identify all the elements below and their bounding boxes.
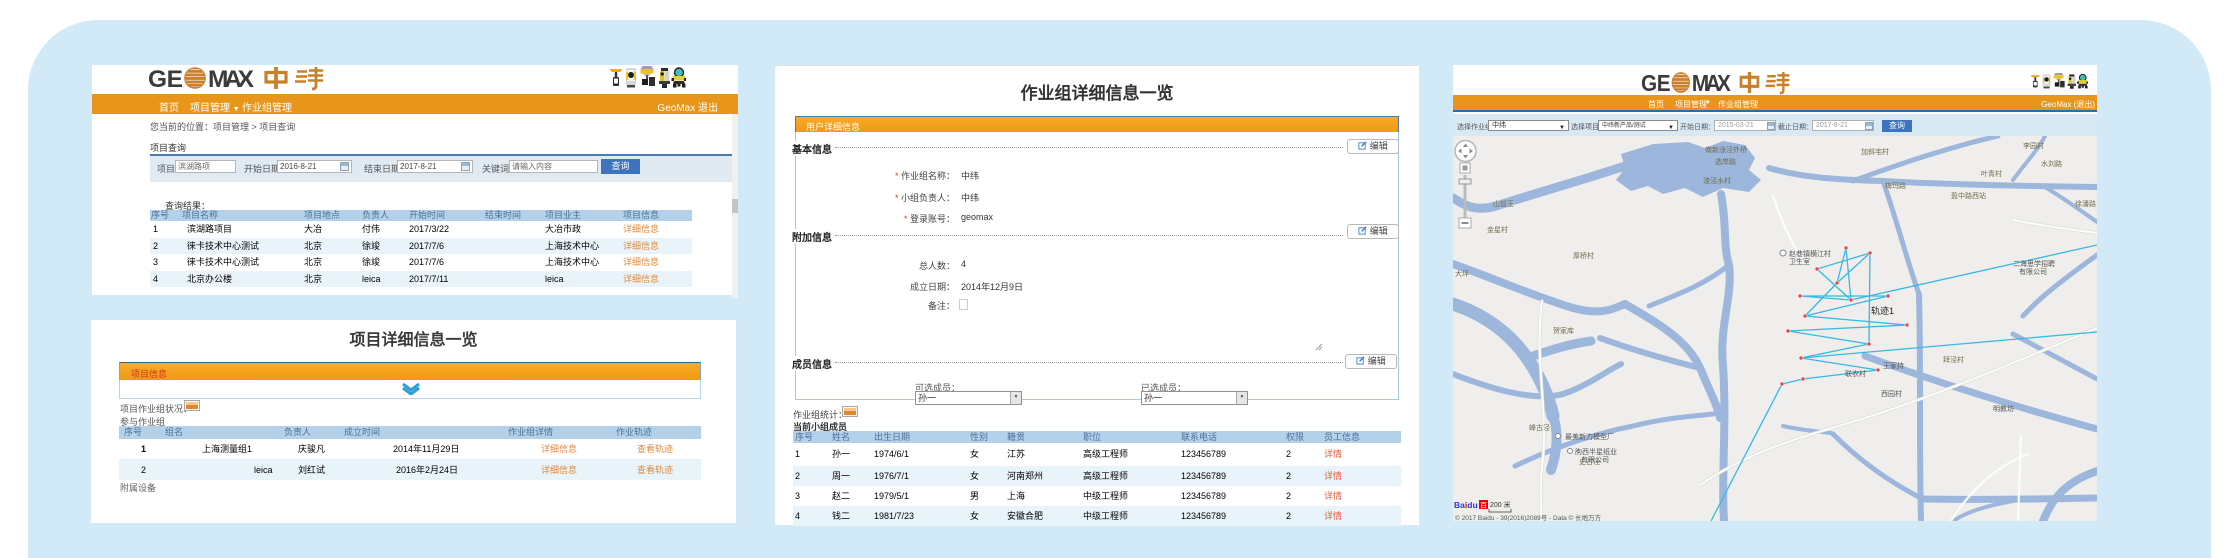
svg-text:MAX: MAX [1692, 71, 1731, 95]
svg-text:选岸路: 选岸路 [1715, 157, 1736, 166]
svg-text:赵巷镇横江村: 赵巷镇横江村 [1789, 249, 1831, 258]
svg-text:最美新力模型厂: 最美新力模型厂 [1565, 432, 1614, 441]
svg-text:GE: GE [148, 66, 183, 91]
svg-text:Baidu: Baidu [1454, 500, 1478, 510]
svg-text:有限公司: 有限公司 [2019, 267, 2047, 276]
svg-text:王家持: 王家持 [1883, 361, 1904, 370]
svg-text:渣泾水村: 渣泾水村 [1703, 176, 1731, 185]
svg-text:金星村: 金星村 [1487, 225, 1508, 234]
svg-text:加斜宅村: 加斜宅村 [1861, 147, 1889, 156]
svg-text:叶青村: 叶青村 [1981, 169, 2002, 178]
svg-text:© 2017 Baidu - 39(2016)2089号 -: © 2017 Baidu - 39(2016)2089号 - Data © 长地… [1455, 513, 1602, 521]
svg-text:南新涨泾外桥: 南新涨泾外桥 [1705, 145, 1747, 154]
svg-text:200 米: 200 米 [1490, 500, 1511, 509]
svg-text:厚桥村: 厚桥村 [1573, 251, 1594, 260]
svg-text:明教坊: 明教坊 [1993, 404, 2014, 413]
svg-text:GE: GE [1641, 71, 1671, 95]
svg-text:二海思学招聘: 二海思学招聘 [2013, 259, 2055, 268]
svg-text:西园村: 西园村 [1881, 389, 1902, 398]
svg-text:贺家库: 贺家库 [1553, 326, 1574, 335]
svg-text:联农村: 联农村 [1845, 369, 1866, 378]
svg-text:徐潘路: 徐潘路 [2075, 199, 2096, 208]
svg-text:峰古泾: 峰古泾 [1529, 423, 1550, 432]
svg-text:百: 百 [1480, 501, 1487, 509]
svg-text:大坪: 大坪 [1455, 269, 1469, 278]
svg-text:盈中路西站: 盈中路西站 [1951, 191, 1986, 200]
svg-text:拜泾村: 拜泾村 [1943, 355, 1964, 364]
svg-text:山前王: 山前王 [1493, 199, 1514, 208]
svg-text:卫生室: 卫生室 [1789, 257, 1810, 266]
svg-text:李园村: 李园村 [2023, 141, 2044, 150]
svg-text:梅玛路: 梅玛路 [1885, 181, 1906, 190]
svg-text:MAX: MAX [208, 66, 255, 91]
svg-text:水刘路: 水刘路 [2041, 159, 2062, 168]
svg-text:有限公司: 有限公司 [1581, 455, 1609, 464]
svg-text:朐西半星纸业: 朐西半星纸业 [1575, 447, 1617, 456]
svg-text:轨迹1: 轨迹1 [1871, 305, 1894, 316]
